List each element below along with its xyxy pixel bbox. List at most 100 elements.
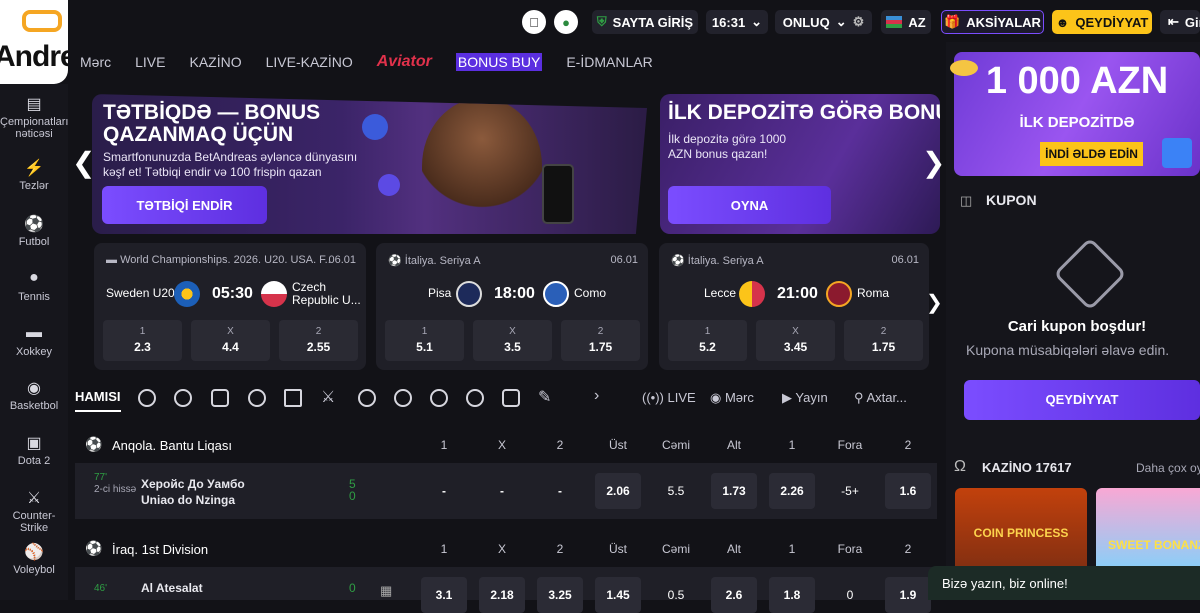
chevron-right-icon[interactable]: › <box>594 387 599 405</box>
nav-bonus-buy[interactable]: BONUS BUY <box>455 53 543 71</box>
volleyball-icon[interactable] <box>358 389 376 407</box>
deposit-banner[interactable]: İLK DEPOZİTƏ GÖRƏ BONUS İlk depozitə gör… <box>660 94 940 234</box>
sidebar-item-basketball[interactable]: ◉ Basketbol <box>0 372 68 427</box>
phone-illustration <box>542 164 574 224</box>
nav-esports[interactable]: E-İDMANLAR <box>566 54 652 70</box>
odd-button[interactable]: 1.45 <box>595 577 641 613</box>
gift-icon <box>1162 138 1192 168</box>
esports-icon[interactable] <box>502 389 520 407</box>
odd-button[interactable]: 2.06 <box>595 473 641 509</box>
dota-icon[interactable] <box>284 389 302 407</box>
coupon-register-button[interactable]: QEYDİYYAT <box>964 380 1200 420</box>
banner-prev-arrow-icon[interactable]: ❮ <box>72 146 95 179</box>
odds-format-select[interactable]: ONLUQ ⌄ ⚙ <box>775 10 872 34</box>
game-tile-coin-princess[interactable]: COIN PRINCESS <box>955 488 1087 578</box>
baseball-icon[interactable]: ✎ <box>538 387 551 407</box>
sidebar-item-dota[interactable]: ▣ Dota 2 <box>0 427 68 482</box>
gear-icon[interactable]: ⚙ <box>853 14 865 30</box>
cs-icon[interactable]: ⚔ <box>321 387 335 407</box>
table-tennis-icon[interactable] <box>430 389 448 407</box>
logo-ring-icon <box>22 10 62 32</box>
nav-live-casino[interactable]: LIVE-KAZİNO <box>266 54 353 70</box>
tennis-icon: ● <box>29 269 39 286</box>
odd-button[interactable]: 2 1.75 <box>561 320 640 361</box>
soccer-icon: ⚽ <box>85 540 103 556</box>
logo[interactable]: Andreas <box>0 0 68 84</box>
register-button[interactable]: ☻ QEYDİYYAT <box>1052 10 1152 34</box>
league-header[interactable]: ⚽ Anqola. Bantu Liqası 1 X 2 Üst Cəmi Al… <box>75 428 937 462</box>
match-card[interactable]: ▬ World Championships. 2026. U20. USA. F… <box>94 243 366 370</box>
odd-button[interactable]: 1 5.1 <box>385 320 464 361</box>
app-banner[interactable]: TƏTBİQDƏ — BONUS QAZANMAQ ÜÇÜN Smartfonu… <box>92 94 647 234</box>
hockey-icon[interactable] <box>211 389 229 407</box>
nav-aviator[interactable]: Aviator <box>377 53 432 71</box>
lecce-logo-icon <box>739 281 765 307</box>
game-tile-sweet-bonanza[interactable]: SWEET BONANZA <box>1096 488 1200 578</box>
live-filter[interactable]: ((•)) LIVE <box>642 390 696 405</box>
soccer-icon: ⚽ <box>85 436 103 452</box>
roma-logo-icon <box>826 281 852 307</box>
odd-button[interactable]: 2.18 <box>479 577 525 613</box>
nav-bet[interactable]: Mərc <box>80 54 111 70</box>
nav-casino[interactable]: KAZİNO <box>189 54 241 70</box>
language-select[interactable]: AZ <box>881 10 931 34</box>
soccer-icon[interactable] <box>138 389 156 407</box>
odd-button[interactable]: 1 5.2 <box>668 320 747 361</box>
table-row[interactable]: 77' 2-ci hissə Херойс До Уамбо Uniao do Nz… <box>75 463 937 519</box>
tennis-icon[interactable] <box>174 389 192 407</box>
banner-next-arrow-icon[interactable]: ❯ <box>922 146 945 179</box>
sports-sidebar: ▤ Çempionatların nəticəsi ⚡ Tezlər ⚽ Futbol… <box>0 84 68 600</box>
odd-button[interactable]: 1 2.3 <box>103 320 182 361</box>
stream-filter[interactable]: ▶ Yayın <box>782 390 828 406</box>
boxing-icon[interactable] <box>466 389 484 407</box>
nav-live[interactable]: LIVE <box>135 54 165 70</box>
odd-button[interactable]: X 4.4 <box>191 320 270 361</box>
league-name: İraq. 1st Division <box>112 542 209 557</box>
odd-button[interactable]: X 3.45 <box>756 320 835 361</box>
search-input[interactable]: ⚲ Axtar... <box>854 390 907 406</box>
football-alt-icon[interactable] <box>394 389 412 407</box>
odd-button[interactable]: 1.9 <box>885 577 931 613</box>
play-button[interactable]: OYNA <box>668 186 831 224</box>
time-select[interactable]: 16:31 ⌄ <box>706 10 768 34</box>
casino-more-link[interactable]: Daha çox oyun <box>1136 461 1200 475</box>
table-row[interactable]: 46' Al Atesalat 0 ▦ 3.1 2.18 3.25 1.45 0… <box>75 567 937 613</box>
exit-button[interactable]: ⇤Giriş <box>1160 10 1200 34</box>
filter-all-tab[interactable]: HAMISI <box>75 389 121 412</box>
odd-button[interactable]: 3.1 <box>421 577 467 613</box>
basketball-icon: ◉ <box>27 380 41 397</box>
matches-next-arrow-icon[interactable]: ❯ <box>926 290 943 315</box>
deposit-promo[interactable]: 1 000 AZN İLK DEPOZİTDƏ İNDİ ƏLDƏ EDİN <box>950 52 1200 176</box>
sidebar-item-results[interactable]: ▤ Çempionatların nəticəsi <box>0 88 68 143</box>
odd-button[interactable]: 3.25 <box>537 577 583 613</box>
sidebar-item-volleyball[interactable]: ⚾ Voleybol <box>0 536 68 591</box>
sidebar-item-hockey[interactable]: ▬ Xokkey <box>0 318 68 373</box>
sidebar-item-tennis[interactable]: ● Tennis <box>0 263 68 318</box>
odd-button[interactable]: 1.73 <box>711 473 757 509</box>
sidebar-item-football[interactable]: ⚽ Futbol <box>0 208 68 263</box>
stats-icon[interactable]: ▦ <box>380 583 392 599</box>
get-now-button[interactable]: İNDİ ƏLDƏ EDİN <box>1040 142 1143 166</box>
odd-button[interactable]: 1.8 <box>769 577 815 613</box>
promotions-button[interactable]: 🎁 AKSİYALAR <box>941 10 1044 34</box>
apple-icon[interactable]:  <box>522 10 546 34</box>
odd-button[interactable]: 2.6 <box>711 577 757 613</box>
sidebar-item-quick[interactable]: ⚡ Tezlər <box>0 152 68 207</box>
android-icon[interactable]: ● <box>554 10 578 34</box>
sidebar-item-cs[interactable]: ⚔ Counter-Strike <box>0 482 68 537</box>
league-header[interactable]: ⚽ İraq. 1st Division 1 X 2 Üst Cəmi Alt … <box>75 532 937 566</box>
download-app-button[interactable]: TƏTBİQİ ENDİR <box>102 186 267 224</box>
chat-widget[interactable]: Bizə yazın, biz online! <box>928 566 1200 600</box>
odd-button[interactable]: 2.26 <box>769 473 815 509</box>
odd-button[interactable]: X 3.5 <box>473 320 552 361</box>
basketball-icon[interactable] <box>248 389 266 407</box>
bet-filter[interactable]: ◉ Mərc <box>710 390 754 406</box>
flag-icon <box>886 16 903 28</box>
cs-icon: ⚔ <box>26 490 42 507</box>
odd-button[interactable]: 2 1.75 <box>844 320 923 361</box>
odd-button[interactable]: 2 2.55 <box>279 320 358 361</box>
site-login-button[interactable]: ⛨ SAYTA GİRİŞ <box>592 10 698 34</box>
odd-button[interactable]: 1.6 <box>885 473 931 509</box>
match-card[interactable]: ⚽ İtaliya. Seriya A 06.01 Lecce 21:00 Ro… <box>659 243 929 370</box>
match-card[interactable]: ⚽ İtaliya. Seriya A 06.01 Pisa 18:00 Com… <box>376 243 648 370</box>
